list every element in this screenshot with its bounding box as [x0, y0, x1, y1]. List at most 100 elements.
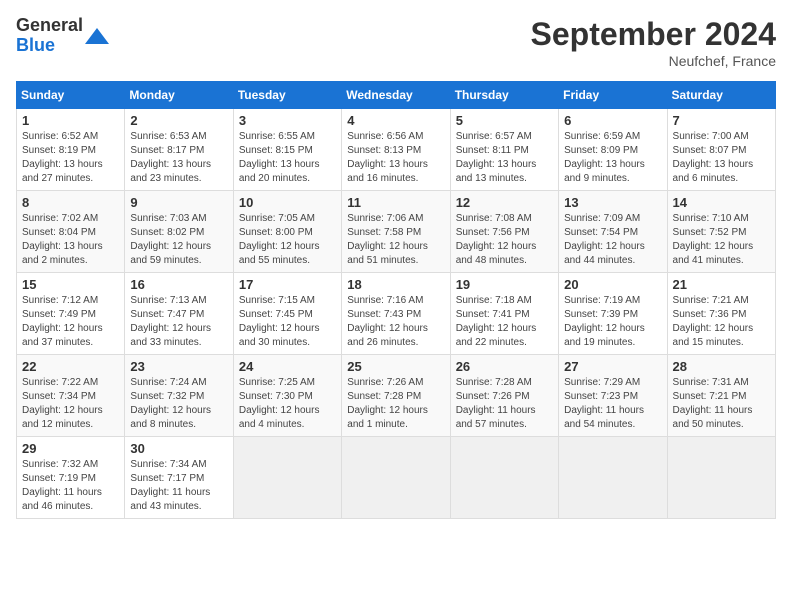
week-row-5: 29 Sunrise: 7:32 AMSunset: 7:19 PMDayligh… — [17, 437, 776, 519]
calendar-cell: 17 Sunrise: 7:15 AMSunset: 7:45 PMDayligh… — [233, 273, 341, 355]
calendar-cell: 21 Sunrise: 7:21 AMSunset: 7:36 PMDayligh… — [667, 273, 775, 355]
day-number: 16 — [130, 277, 227, 292]
calendar-cell: 19 Sunrise: 7:18 AMSunset: 7:41 PMDayligh… — [450, 273, 558, 355]
calendar-cell: 20 Sunrise: 7:19 AMSunset: 7:39 PMDayligh… — [559, 273, 667, 355]
calendar-cell: 8 Sunrise: 7:02 AMSunset: 8:04 PMDaylight… — [17, 191, 125, 273]
day-number: 15 — [22, 277, 119, 292]
day-info: Sunrise: 7:19 AMSunset: 7:39 PMDaylight:… — [564, 294, 661, 350]
day-info: Sunrise: 7:31 AMSunset: 7:21 PMDaylight:… — [673, 376, 770, 432]
day-number: 26 — [456, 359, 553, 374]
calendar-cell: 29 Sunrise: 7:32 AMSunset: 7:19 PMDayligh… — [17, 437, 125, 519]
calendar-cell: 24 Sunrise: 7:25 AMSunset: 7:30 PMDayligh… — [233, 355, 341, 437]
logo-icon — [85, 24, 109, 48]
day-number: 14 — [673, 195, 770, 210]
day-number: 5 — [456, 113, 553, 128]
day-number: 9 — [130, 195, 227, 210]
calendar-cell: 13 Sunrise: 7:09 AMSunset: 7:54 PMDayligh… — [559, 191, 667, 273]
calendar-body: 1 Sunrise: 6:52 AMSunset: 8:19 PMDaylight… — [17, 109, 776, 519]
day-number: 22 — [22, 359, 119, 374]
day-number: 25 — [347, 359, 444, 374]
calendar-cell: 15 Sunrise: 7:12 AMSunset: 7:49 PMDayligh… — [17, 273, 125, 355]
month-title: September 2024 — [531, 16, 776, 53]
day-number: 4 — [347, 113, 444, 128]
page-header: General Blue September 2024 Neufchef, Fr… — [16, 16, 776, 69]
day-info: Sunrise: 7:15 AMSunset: 7:45 PMDaylight:… — [239, 294, 336, 350]
day-number: 19 — [456, 277, 553, 292]
calendar-cell: 1 Sunrise: 6:52 AMSunset: 8:19 PMDaylight… — [17, 109, 125, 191]
day-info: Sunrise: 7:00 AMSunset: 8:07 PMDaylight:… — [673, 130, 770, 186]
calendar-header: SundayMondayTuesdayWednesdayThursdayFrid… — [17, 82, 776, 109]
day-info: Sunrise: 7:34 AMSunset: 7:17 PMDaylight:… — [130, 458, 227, 514]
day-info: Sunrise: 7:03 AMSunset: 8:02 PMDaylight:… — [130, 212, 227, 268]
day-info: Sunrise: 7:08 AMSunset: 7:56 PMDaylight:… — [456, 212, 553, 268]
day-number: 1 — [22, 113, 119, 128]
day-number: 11 — [347, 195, 444, 210]
day-info: Sunrise: 6:59 AMSunset: 8:09 PMDaylight:… — [564, 130, 661, 186]
calendar-cell: 11Sunrise: 7:06 AMSunset: 7:58 PMDayligh… — [342, 191, 450, 273]
calendar-cell: 26 Sunrise: 7:28 AMSunset: 7:26 PMDayligh… — [450, 355, 558, 437]
calendar-cell — [450, 437, 558, 519]
week-row-2: 8 Sunrise: 7:02 AMSunset: 8:04 PMDaylight… — [17, 191, 776, 273]
logo: General Blue — [16, 16, 109, 56]
day-number: 21 — [673, 277, 770, 292]
day-number: 27 — [564, 359, 661, 374]
day-info: Sunrise: 7:13 AMSunset: 7:47 PMDaylight:… — [130, 294, 227, 350]
location: Neufchef, France — [531, 53, 776, 69]
header-day-saturday: Saturday — [667, 82, 775, 109]
header-day-sunday: Sunday — [17, 82, 125, 109]
day-info: Sunrise: 6:56 AMSunset: 8:13 PMDaylight:… — [347, 130, 444, 186]
day-info: Sunrise: 7:09 AMSunset: 7:54 PMDaylight:… — [564, 212, 661, 268]
day-info: Sunrise: 6:57 AMSunset: 8:11 PMDaylight:… — [456, 130, 553, 186]
day-info: Sunrise: 7:25 AMSunset: 7:30 PMDaylight:… — [239, 376, 336, 432]
day-info: Sunrise: 7:02 AMSunset: 8:04 PMDaylight:… — [22, 212, 119, 268]
title-block: September 2024 Neufchef, France — [531, 16, 776, 69]
calendar-table: SundayMondayTuesdayWednesdayThursdayFrid… — [16, 81, 776, 519]
calendar-cell: 4 Sunrise: 6:56 AMSunset: 8:13 PMDaylight… — [342, 109, 450, 191]
calendar-cell: 16 Sunrise: 7:13 AMSunset: 7:47 PMDayligh… — [125, 273, 233, 355]
day-number: 12 — [456, 195, 553, 210]
calendar-cell: 9 Sunrise: 7:03 AMSunset: 8:02 PMDaylight… — [125, 191, 233, 273]
calendar-cell: 18Sunrise: 7:16 AMSunset: 7:43 PMDayligh… — [342, 273, 450, 355]
day-info: Sunrise: 7:28 AMSunset: 7:26 PMDaylight:… — [456, 376, 553, 432]
day-info: Sunrise: 7:26 AMSunset: 7:28 PMDaylight:… — [347, 376, 444, 432]
calendar-cell: 22 Sunrise: 7:22 AMSunset: 7:34 PMDayligh… — [17, 355, 125, 437]
day-number: 20 — [564, 277, 661, 292]
calendar-cell: 30 Sunrise: 7:34 AMSunset: 7:17 PMDayligh… — [125, 437, 233, 519]
day-number: 17 — [239, 277, 336, 292]
day-number: 24 — [239, 359, 336, 374]
day-info: Sunrise: 6:53 AMSunset: 8:17 PMDaylight:… — [130, 130, 227, 186]
day-info: Sunrise: 7:18 AMSunset: 7:41 PMDaylight:… — [456, 294, 553, 350]
calendar-cell: 27Sunrise: 7:29 AMSunset: 7:23 PMDayligh… — [559, 355, 667, 437]
day-info: Sunrise: 7:21 AMSunset: 7:36 PMDaylight:… — [673, 294, 770, 350]
header-day-thursday: Thursday — [450, 82, 558, 109]
calendar-cell: 6 Sunrise: 6:59 AMSunset: 8:09 PMDaylight… — [559, 109, 667, 191]
logo-blue-text: Blue — [16, 36, 83, 56]
header-row: SundayMondayTuesdayWednesdayThursdayFrid… — [17, 82, 776, 109]
calendar-cell: 14Sunrise: 7:10 AMSunset: 7:52 PMDayligh… — [667, 191, 775, 273]
calendar-cell: 7 Sunrise: 7:00 AMSunset: 8:07 PMDaylight… — [667, 109, 775, 191]
logo-general-text: General — [16, 16, 83, 36]
calendar-cell: 10 Sunrise: 7:05 AMSunset: 8:00 PMDayligh… — [233, 191, 341, 273]
calendar-cell: 12 Sunrise: 7:08 AMSunset: 7:56 PMDayligh… — [450, 191, 558, 273]
day-info: Sunrise: 7:22 AMSunset: 7:34 PMDaylight:… — [22, 376, 119, 432]
calendar-cell: 5 Sunrise: 6:57 AMSunset: 8:11 PMDaylight… — [450, 109, 558, 191]
calendar-cell: 23Sunrise: 7:24 AMSunset: 7:32 PMDayligh… — [125, 355, 233, 437]
day-number: 8 — [22, 195, 119, 210]
day-number: 6 — [564, 113, 661, 128]
day-info: Sunrise: 7:12 AMSunset: 7:49 PMDaylight:… — [22, 294, 119, 350]
day-number: 13 — [564, 195, 661, 210]
day-number: 30 — [130, 441, 227, 456]
day-number: 28 — [673, 359, 770, 374]
calendar-cell — [667, 437, 775, 519]
day-number: 3 — [239, 113, 336, 128]
day-info: Sunrise: 7:32 AMSunset: 7:19 PMDaylight:… — [22, 458, 119, 514]
day-number: 7 — [673, 113, 770, 128]
day-info: Sunrise: 6:52 AMSunset: 8:19 PMDaylight:… — [22, 130, 119, 186]
calendar-cell: 2Sunrise: 6:53 AMSunset: 8:17 PMDaylight… — [125, 109, 233, 191]
header-day-tuesday: Tuesday — [233, 82, 341, 109]
week-row-1: 1 Sunrise: 6:52 AMSunset: 8:19 PMDaylight… — [17, 109, 776, 191]
day-number: 18 — [347, 277, 444, 292]
day-number: 29 — [22, 441, 119, 456]
day-info: Sunrise: 7:05 AMSunset: 8:00 PMDaylight:… — [239, 212, 336, 268]
day-number: 10 — [239, 195, 336, 210]
